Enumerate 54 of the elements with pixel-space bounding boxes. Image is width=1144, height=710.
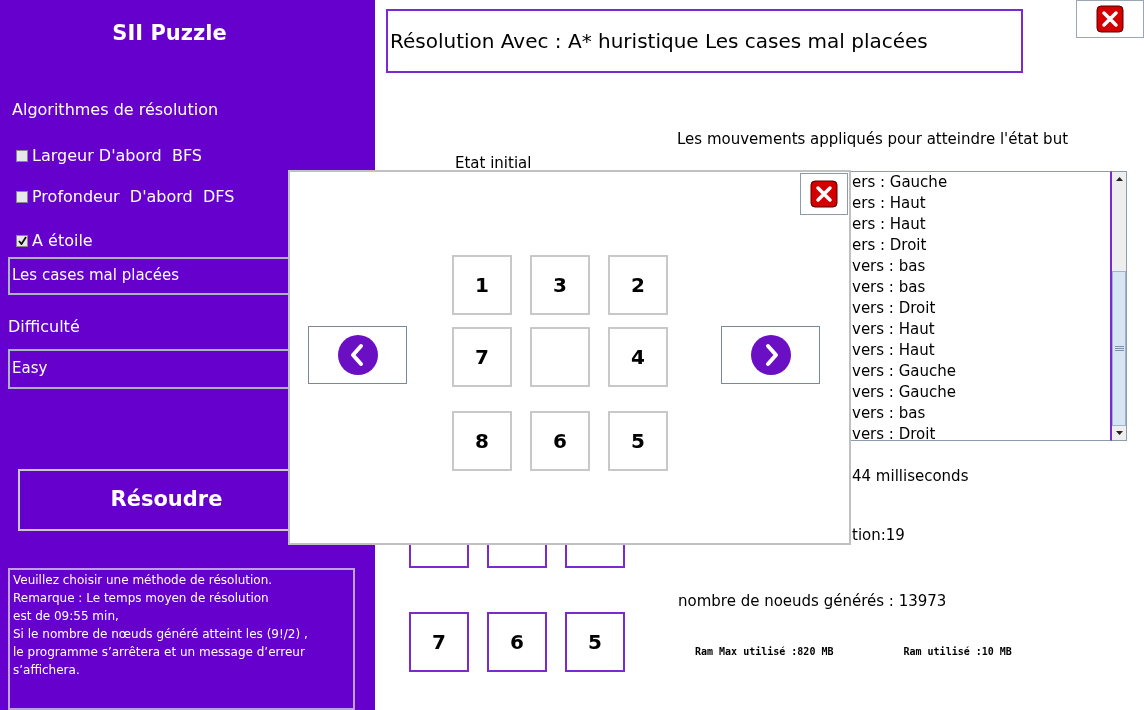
close-icon (810, 180, 838, 208)
checkbox-label[interactable]: Largeur D'abord BFS (32, 143, 202, 168)
puzzle-tile: 5 (608, 411, 668, 471)
checkbox-label[interactable]: Profondeur D'abord DFS (32, 184, 235, 209)
section-label: Etat initial (455, 153, 533, 174)
move-item[interactable]: vers : Droit (851, 297, 1110, 319)
puzzle-tile: 6 (530, 411, 590, 471)
scroll-thumb[interactable] (1112, 270, 1126, 426)
checkbox[interactable] (16, 149, 28, 162)
move-item[interactable]: vers : Droit (851, 423, 1110, 440)
move-item[interactable]: ers : Haut (851, 213, 1110, 235)
result-title-box: Résolution Avec : A* huristique Les cases mal placées (386, 9, 1023, 73)
ram-used-text: Ram utilisé :10 MB (903, 645, 1012, 659)
section-label: Difficulté (8, 315, 81, 338)
ram-max-text: Ram Max utilisé :820 MB (695, 645, 834, 659)
puzzle-tile: 4 (608, 327, 668, 387)
move-item[interactable]: ers : Gauche (851, 171, 1110, 193)
checkbox-label[interactable]: A étoile (32, 228, 93, 253)
close-button[interactable] (1076, 0, 1144, 38)
move-item[interactable]: vers : Gauche (851, 381, 1110, 403)
stat-text: tion:19 (852, 525, 906, 546)
puzzle-tile: 6 (487, 611, 547, 672)
close-button[interactable] (800, 173, 848, 215)
previous-button[interactable] (308, 326, 407, 384)
checkbox[interactable] (16, 234, 28, 247)
puzzle-tile: 7 (452, 327, 512, 387)
puzzle-tile: 1 (452, 255, 512, 315)
stat-text: nombre de noeuds générés : 13973 (678, 590, 948, 612)
chevron-right-icon (750, 335, 791, 375)
close-icon (1096, 5, 1124, 33)
puzzle-tile: 5 (565, 611, 625, 672)
move-item[interactable]: vers : Haut (851, 339, 1110, 361)
chevron-left-icon (337, 335, 378, 375)
app-title: SII Puzzle (111, 20, 228, 47)
move-item[interactable]: ers : Droit (851, 234, 1110, 256)
grip-icon (1114, 345, 1124, 351)
puzzle-tile: 2 (608, 255, 668, 315)
checkbox[interactable] (16, 190, 28, 203)
move-item[interactable]: vers : bas (851, 276, 1110, 298)
stat-text: 44 milliseconds (852, 465, 970, 487)
move-item[interactable]: ers : Haut (851, 192, 1110, 214)
move-item[interactable]: vers : bas (851, 255, 1110, 277)
empty-tile (530, 327, 590, 387)
scrollbar[interactable] (1112, 170, 1127, 441)
move-item[interactable]: vers : Gauche (851, 360, 1110, 382)
move-item[interactable]: vers : bas (851, 402, 1110, 424)
section-label: Algorithmes de résolution (12, 98, 220, 121)
message-text: Veuillez choisir une méthode de résolution. Remarque : Le temps moyen de résolution est de 09:55 min, Si le nombre de nœuds généré atteint les (9!/2) , le programme s’arrêtera et un message d’erreur s’affichera. (13, 571, 309, 679)
section-label: Les mouvements appliqués pour atteindre l'état but (677, 129, 1070, 150)
move-item[interactable]: vers : Haut (851, 318, 1110, 340)
puzzle-tile: 3 (530, 255, 590, 315)
puzzle-tile: 8 (452, 411, 512, 471)
next-button[interactable] (721, 326, 820, 384)
puzzle-tile: 7 (409, 611, 469, 672)
